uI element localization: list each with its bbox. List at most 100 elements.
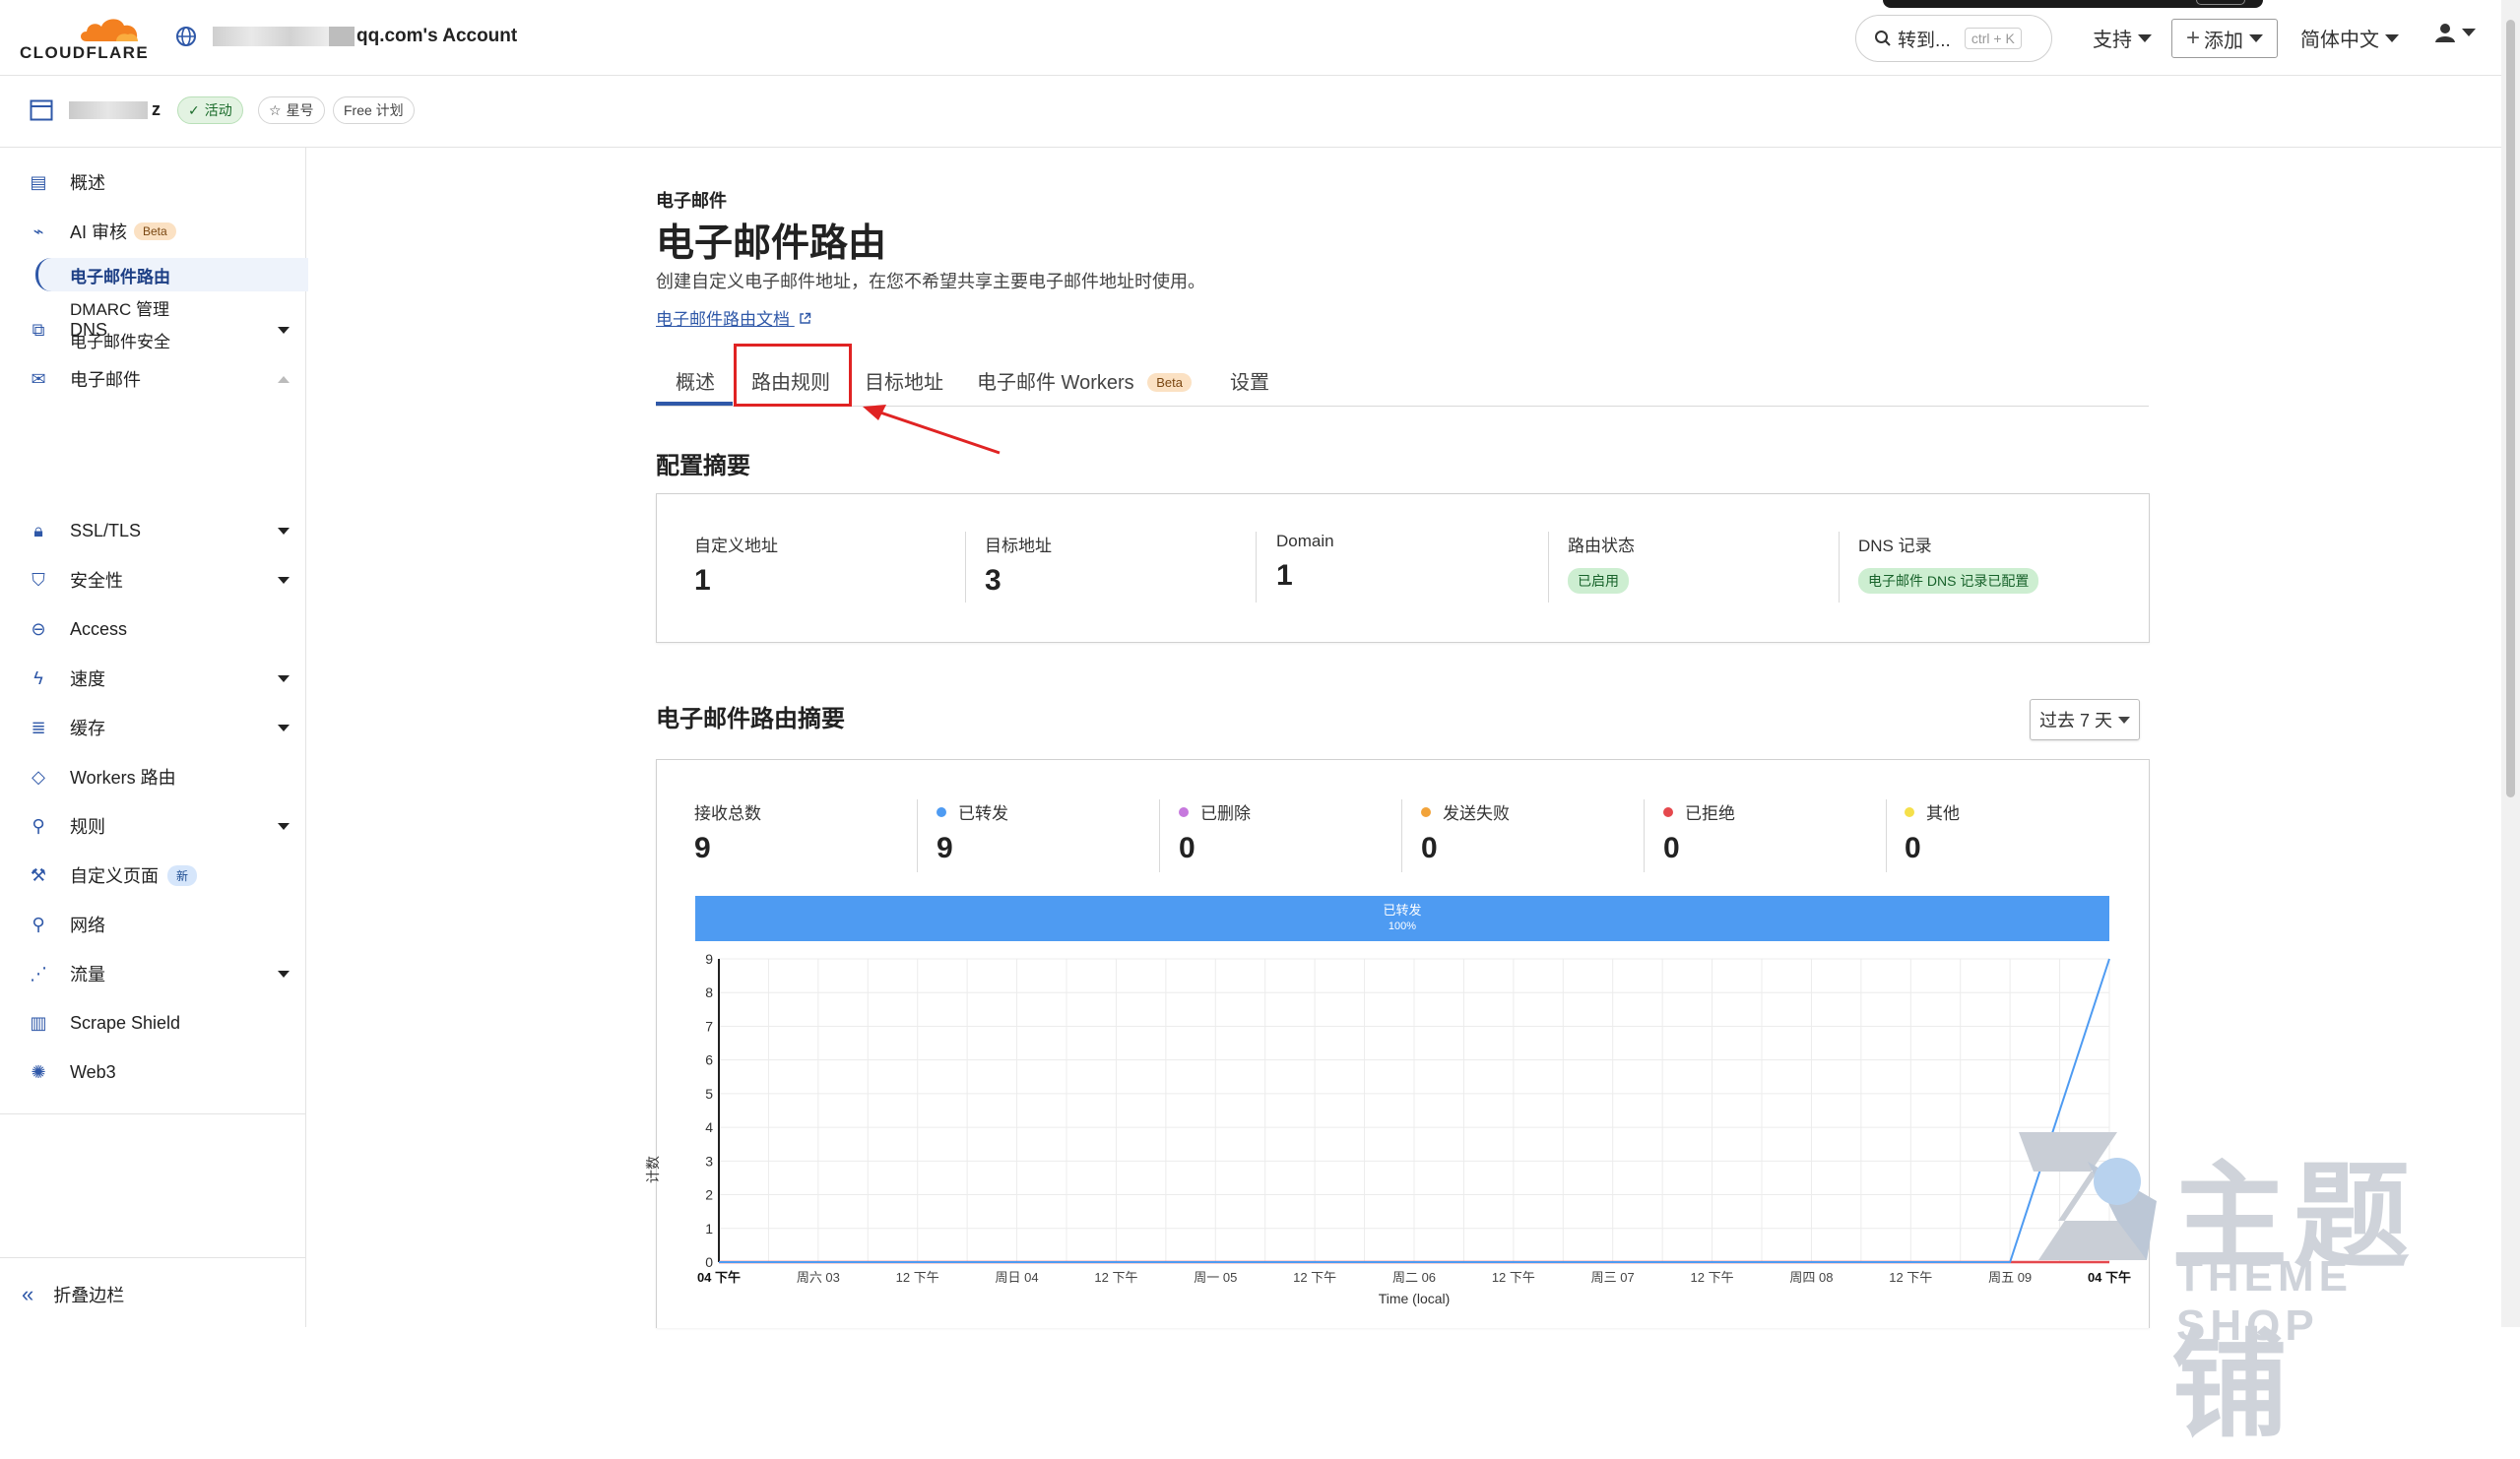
page-description: 创建自定义电子邮件地址，在您不希望共享主要电子邮件地址时使用。 — [656, 272, 1205, 291]
sidebar-item-16[interactable]: ✺ Web3 — [0, 1050, 305, 1094]
y-tick-label: 9 — [705, 951, 713, 967]
web3-icon: ✺ — [31, 1061, 46, 1082]
period-select[interactable]: 过去 7 天 — [2030, 699, 2140, 740]
support-menu[interactable]: 支持 — [2093, 24, 2152, 52]
y-tick-label: 5 — [705, 1086, 713, 1102]
sidebar-item-label: Access — [70, 618, 128, 639]
sidebar-subitem-dmarc[interactable]: DMARC 管理 — [70, 295, 169, 320]
breadcrumb: 电子邮件 — [656, 191, 727, 211]
sidebar-item-label: Scrape Shield — [70, 1012, 181, 1033]
status-badge: 电子邮件 DNS 记录已配置 — [1858, 568, 2039, 594]
new-badge: 新 — [167, 864, 198, 886]
ai-audit-icon: ⌁ — [32, 221, 44, 241]
x-tick-label: 周二 06 — [1392, 1270, 1436, 1285]
zone-name[interactable]: z — [69, 99, 161, 120]
forwarded-proportion-bar[interactable]: 已转发 100% — [695, 896, 2109, 941]
sidebar-item-8[interactable]: ϟ 速度 — [0, 657, 305, 700]
y-tick-label: 7 — [705, 1018, 713, 1034]
sidebar-item-11[interactable]: ⚲ 规则 — [0, 804, 305, 848]
sidebar-item-7[interactable]: ⊖ Access — [0, 607, 305, 651]
legend-dot-icon — [937, 806, 946, 817]
plus-icon: + — [2185, 25, 2200, 51]
caret-down-icon — [278, 527, 290, 535]
caret-down-icon — [278, 326, 290, 334]
wrench-icon: ⚒ — [30, 864, 47, 885]
sidebar-item-label: 缓存 — [70, 719, 105, 738]
sidebar-item-label: Workers 路由 — [70, 768, 176, 788]
sidebar-subitem-email-routing[interactable]: 电子邮件路由 — [70, 263, 170, 287]
network-tree-icon: ⧉ — [32, 319, 45, 340]
sidebar-item-9[interactable]: ≣ 缓存 — [0, 706, 305, 749]
scrollbar-thumb[interactable] — [2506, 20, 2515, 797]
scrollbar[interactable] — [2501, 0, 2520, 1327]
x-tick-label: 周六 03 — [797, 1270, 840, 1285]
routing-summary-heading: 电子邮件路由摘要 — [656, 706, 845, 732]
stat-1: 已转发 9 — [937, 804, 1008, 864]
sidebar-item-15[interactable]: ▥ Scrape Shield — [0, 1001, 305, 1045]
x-tick-label: 12 下午 — [1094, 1270, 1137, 1285]
legend-dot-icon — [1179, 806, 1189, 817]
y-tick-label: 3 — [705, 1153, 713, 1169]
sidebar-item-12[interactable]: ⚒ 自定义页面新 — [0, 854, 305, 897]
traffic-icon: ⋰ — [30, 963, 47, 983]
caret-down-icon — [278, 970, 290, 978]
brand-wordmark: CLOUDFLARE — [20, 43, 150, 62]
tab-email-workers[interactable]: 电子邮件 Workers Beta — [977, 366, 1192, 395]
check-icon: ✓ — [188, 101, 200, 118]
x-tick-label: 12 下午 — [1691, 1270, 1734, 1285]
x-axis-label: Time (local) — [1379, 1291, 1451, 1306]
cloudflare-logo[interactable]: CLOUDFLARE — [18, 14, 150, 63]
sidebar-item-6[interactable]: ⛉ 安全性 — [0, 558, 305, 602]
theme-shop-watermark: 主题铺 THEME SHOP — [1999, 1112, 2491, 1453]
y-tick-label: 1 — [705, 1221, 713, 1237]
sidebar-item-5[interactable]: 🔒︎ SSL/TLS — [0, 509, 305, 552]
metric-dns-records: DNS 记录 电子邮件 DNS 记录已配置 — [1858, 532, 2039, 594]
config-summary-card: 自定义地址 1 目标地址 3 Domain 1 路由状态 已启用 DNS 记录 … — [656, 493, 2150, 643]
workers-icon: ◇ — [32, 766, 45, 787]
legend-dot-icon — [1905, 806, 1914, 817]
search-icon — [1875, 31, 1891, 46]
tab-overview[interactable]: 概述 — [676, 366, 715, 395]
lightning-icon: ϟ — [33, 667, 43, 688]
collapse-sidebar-button[interactable]: « 折叠边栏 — [22, 1282, 124, 1307]
add-button[interactable]: + 添加 — [2171, 19, 2278, 58]
sidebar-item-label: 概述 — [70, 173, 105, 193]
plan-badge[interactable]: Free 计划 — [333, 96, 415, 124]
zone-bar: z ✓ 活动 ☆ 星号 Free 计划 — [0, 76, 2501, 148]
user-menu[interactable] — [2434, 22, 2476, 43]
y-tick-label: 2 — [705, 1187, 713, 1203]
sidebar-item-1[interactable]: ⌁ AI 审核 Beta — [0, 210, 305, 253]
sidebar-item-10[interactable]: ◇ Workers 路由 — [0, 755, 305, 798]
docs-link[interactable]: 电子邮件路由文档 — [656, 305, 811, 330]
stat-5: 其他 0 — [1905, 804, 1960, 864]
caret-down-icon — [2138, 33, 2152, 42]
language-menu[interactable]: 简体中文 — [2300, 24, 2399, 52]
user-icon — [2435, 24, 2455, 42]
star-button[interactable]: ☆ 星号 — [258, 96, 325, 124]
caret-down-icon — [278, 724, 290, 731]
sidebar-subitem-email-security[interactable]: 电子邮件安全 — [70, 328, 170, 352]
y-tick-label: 6 — [705, 1052, 713, 1068]
sidebar-item-label: 网络 — [70, 916, 105, 935]
x-tick-label: 周日 04 — [996, 1270, 1039, 1285]
x-tick-label: 周四 08 — [1789, 1270, 1833, 1285]
tab-destination-addresses[interactable]: 目标地址 — [865, 366, 943, 395]
sidebar-item-13[interactable]: ⚲ 网络 — [0, 903, 305, 946]
sidebar-item-14[interactable]: ⋰ 流量 — [0, 952, 305, 995]
sidebar-item-4[interactable]: ✉ 电子邮件 — [0, 357, 305, 401]
email-routing-chart: 0 1 2 3 4 5 6 7 8 9 04 下午 周六 03 12 下午 周日 04 12 下午 周一 05… — [645, 951, 2131, 1306]
status-badge: ✓ 活动 — [177, 96, 243, 124]
goto-label: 转到... — [1898, 30, 1951, 51]
x-tick-label: 12 下午 — [896, 1270, 939, 1285]
tab-settings[interactable]: 设置 — [1230, 366, 1269, 395]
sidebar-item-0[interactable]: ▤ 概述 — [0, 160, 305, 204]
page-title: 电子邮件路由 — [656, 222, 887, 265]
sidebar-item-label: 自定义页面 — [70, 866, 159, 886]
sidebar-item-label: 规则 — [70, 817, 105, 837]
access-icon: ⊖ — [31, 618, 46, 639]
x-tick-label: 12 下午 — [1889, 1270, 1932, 1285]
stat-4: 已拒绝 0 — [1663, 804, 1735, 864]
x-tick-label: 12 下午 — [1293, 1270, 1336, 1285]
goto-search[interactable]: 转到... ctrl + K — [1855, 15, 2052, 62]
account-switcher[interactable]: qq.com's Account — [175, 26, 517, 47]
